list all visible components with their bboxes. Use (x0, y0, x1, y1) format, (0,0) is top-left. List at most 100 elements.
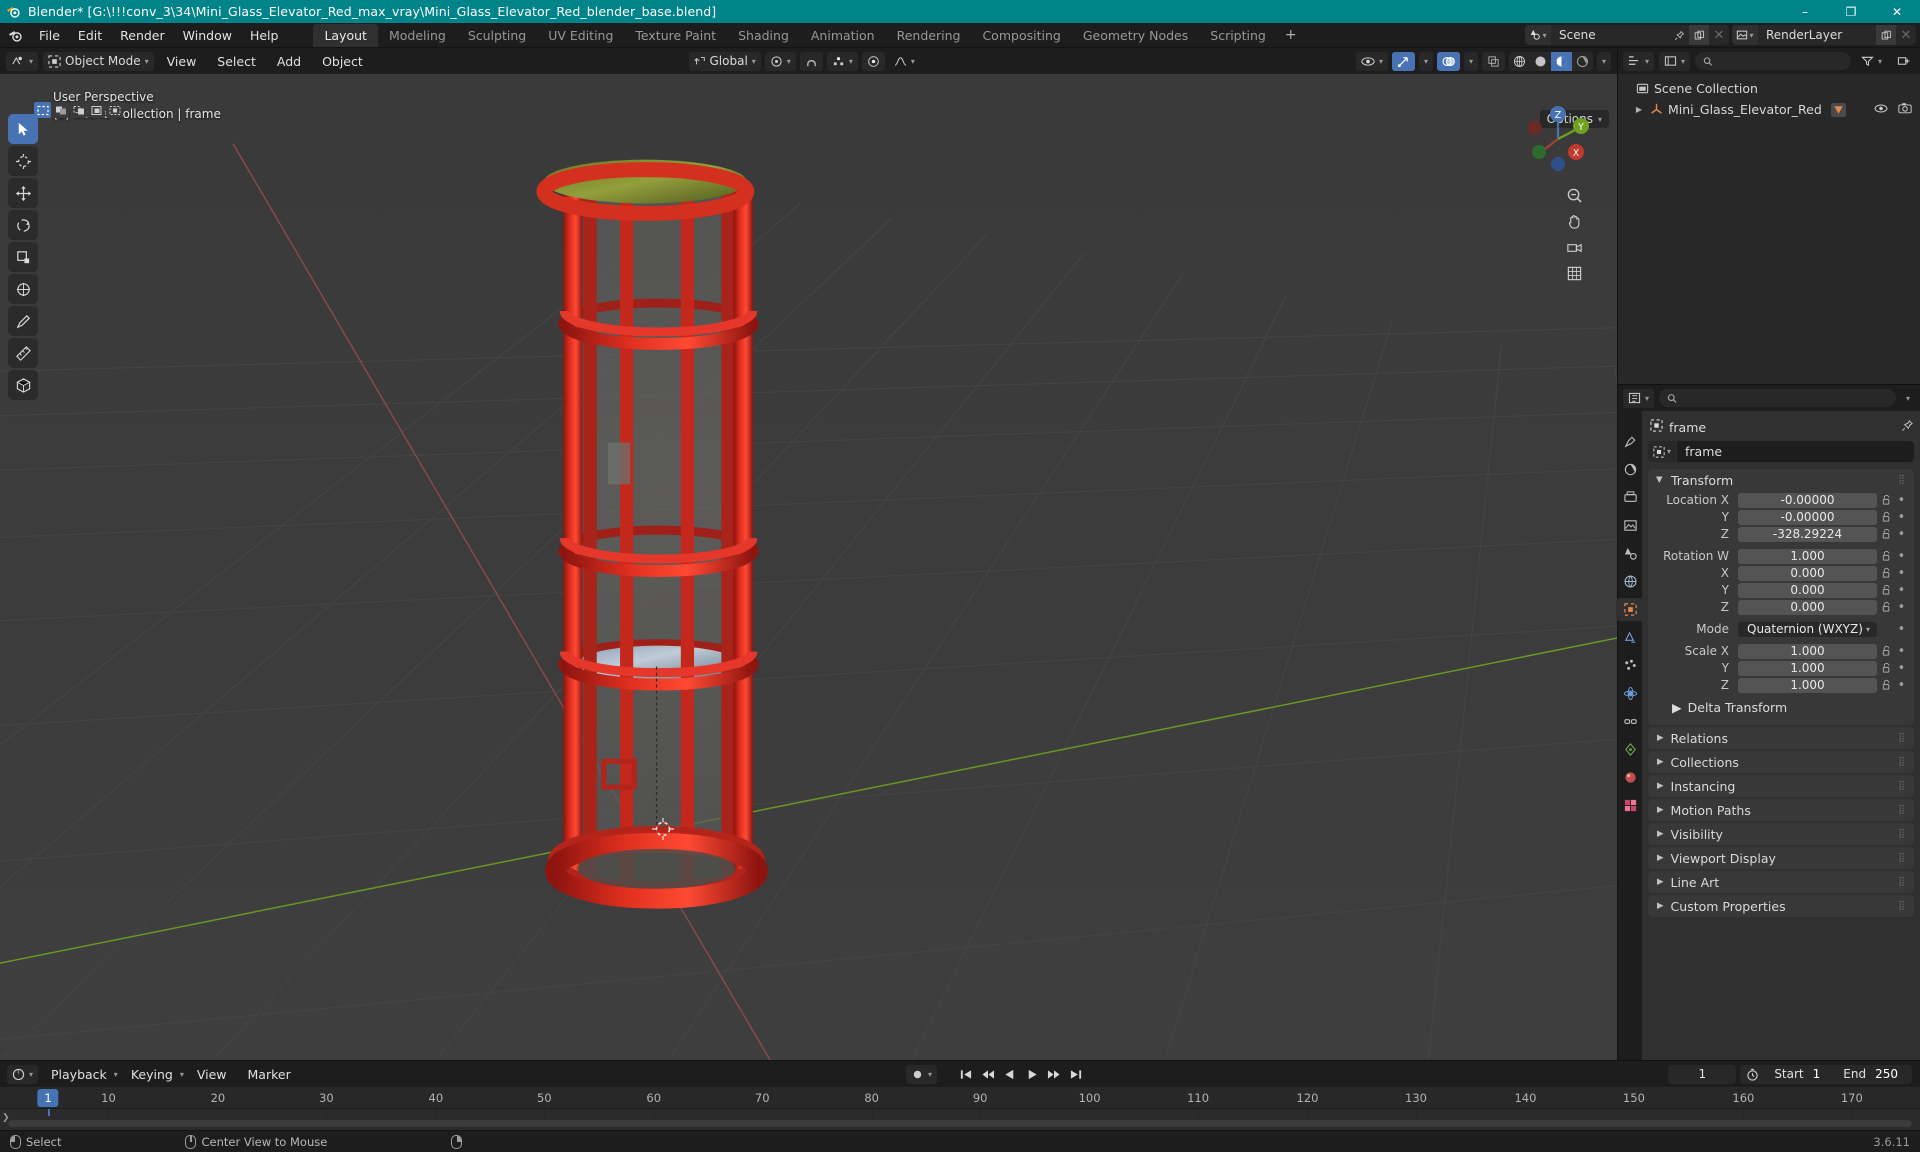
tab-modeling[interactable]: Modeling (378, 24, 457, 47)
auto-keying-toggle[interactable]: ▾ (906, 1064, 938, 1084)
elevator-model[interactable] (0, 74, 1617, 1060)
remove-scene-icon[interactable]: ✕ (1709, 25, 1729, 45)
object-name-value[interactable]: frame (1677, 441, 1914, 462)
select-difference-icon[interactable] (106, 102, 123, 118)
shading-solid[interactable] (1530, 52, 1551, 71)
maximize-button[interactable]: ❐ (1828, 0, 1874, 23)
rotation-z-input[interactable]: 0.000 (1738, 599, 1877, 615)
jump-to-start-button[interactable] (957, 1065, 975, 1084)
timeline-canvas[interactable]: ❯ (0, 1109, 1920, 1130)
menu-file[interactable]: File (30, 25, 69, 46)
tab-object-data[interactable] (1621, 741, 1639, 758)
tool-rotate[interactable] (8, 210, 38, 240)
outliner-display-mode[interactable]: ▾ (1659, 51, 1691, 71)
tool-transform[interactable] (8, 274, 38, 304)
properties-search-input[interactable] (1682, 391, 1888, 405)
viewlayer-selector[interactable]: ▾ RenderLayer ✕ (1732, 25, 1916, 45)
gizmo-toggle[interactable] (1391, 51, 1415, 71)
animate-scale-y-icon[interactable]: • (1895, 661, 1908, 676)
shading-dropdown[interactable]: ▾ (1596, 51, 1611, 71)
3d-viewport[interactable]: User Perspective (1) Scene Collection | … (0, 74, 1617, 1060)
hide-in-viewport-icon[interactable] (1874, 102, 1888, 117)
animate-scale-z-icon[interactable]: • (1895, 678, 1908, 693)
shading-material-preview[interactable] (1550, 51, 1572, 71)
tab-object-properties[interactable] (1616, 598, 1645, 621)
tool-add-cube[interactable] (8, 370, 38, 400)
snap-to-selector[interactable]: ▾ (826, 51, 858, 71)
tool-move[interactable] (8, 178, 38, 208)
tab-particles[interactable] (1621, 657, 1639, 674)
timeline-horizontal-scrollbar[interactable] (8, 1120, 1912, 1127)
menu-help[interactable]: Help (241, 25, 288, 46)
tab-uv-editing[interactable]: UV Editing (537, 24, 624, 47)
play-reverse-button[interactable] (1001, 1065, 1019, 1084)
close-button[interactable]: ✕ (1874, 0, 1920, 23)
pivot-point-selector[interactable]: ▾ (764, 51, 796, 71)
add-workspace-button[interactable]: + (1277, 24, 1305, 46)
shading-wireframe[interactable] (1509, 52, 1530, 71)
animate-location-y-icon[interactable]: • (1895, 510, 1908, 525)
expand-triangle-icon[interactable]: ▶ (1632, 105, 1646, 114)
new-scene-icon[interactable] (1689, 25, 1709, 45)
tab-output[interactable] (1621, 489, 1639, 506)
disable-in-renders-icon[interactable] (1898, 102, 1912, 117)
blender-menu-icon[interactable] (4, 25, 26, 45)
outliner-tree[interactable]: Scene Collection ▶ Mini_Glass_Elevator_R… (1618, 74, 1920, 384)
lock-location-x-icon[interactable] (1877, 494, 1895, 506)
timeline-menu-playback[interactable]: Playback (43, 1065, 115, 1084)
select-subtract-icon[interactable] (88, 102, 105, 118)
select-extend-icon[interactable] (70, 102, 87, 118)
tab-view-layer[interactable] (1621, 517, 1639, 534)
tab-rendering[interactable]: Rendering (886, 24, 972, 47)
select-set-icon[interactable] (52, 102, 69, 118)
overlays-dropdown[interactable]: ▾ (1463, 51, 1478, 71)
panel-collections[interactable]: ▶ Collections ⣿ (1648, 751, 1914, 773)
panel-relations[interactable]: ▶ Relations ⣿ (1648, 727, 1914, 749)
tab-texture[interactable] (1621, 797, 1639, 814)
tab-sculpting[interactable]: Sculpting (457, 24, 537, 47)
panel-visibility[interactable]: ▶ Visibility ⣿ (1648, 823, 1914, 845)
transform-panel-header[interactable]: ▼ Transform ⣿ (1648, 469, 1914, 491)
rotation-x-input[interactable]: 0.000 (1738, 565, 1877, 581)
tool-annotate[interactable] (8, 306, 38, 336)
minimize-button[interactable]: – (1782, 0, 1828, 23)
animate-rotation-mode-icon[interactable]: • (1895, 622, 1908, 637)
tab-geometry-nodes[interactable]: Geometry Nodes (1072, 24, 1199, 47)
viewport-menu-object[interactable]: Object (314, 52, 371, 71)
panel-line-art[interactable]: ▶ Line Art ⣿ (1648, 871, 1914, 893)
properties-search[interactable] (1659, 389, 1896, 407)
animate-scale-x-icon[interactable]: • (1895, 644, 1908, 659)
lock-scale-x-icon[interactable] (1877, 645, 1895, 657)
tool-select-box[interactable] (8, 114, 38, 144)
next-keyframe-button[interactable] (1045, 1065, 1063, 1084)
tab-texture-paint[interactable]: Texture Paint (624, 24, 727, 47)
lock-location-z-icon[interactable] (1877, 528, 1895, 540)
panel-motion-paths[interactable]: ▶ Motion Paths ⣿ (1648, 799, 1914, 821)
jump-to-end-button[interactable] (1067, 1065, 1085, 1084)
animate-rotation-z-icon[interactable]: • (1895, 600, 1908, 615)
scale-x-input[interactable]: 1.000 (1738, 643, 1877, 659)
delta-transform-subpanel[interactable]: ▶ Delta Transform (1668, 697, 1908, 718)
snap-magnet-icon[interactable] (799, 51, 823, 71)
outliner-editor-type[interactable]: ▾ (1623, 51, 1655, 71)
toggle-ortho-icon[interactable] (1565, 264, 1584, 283)
delta-transform-header[interactable]: ▶ Delta Transform (1668, 697, 1908, 718)
lock-scale-z-icon[interactable] (1877, 679, 1895, 691)
panel-custom-properties[interactable]: ▶ Custom Properties ⣿ (1648, 895, 1914, 917)
location-x-input[interactable]: -0.00000 (1738, 492, 1877, 508)
timeline-playhead[interactable] (48, 1109, 50, 1116)
zoom-icon[interactable] (1565, 186, 1584, 205)
pan-hand-icon[interactable] (1565, 212, 1584, 231)
properties-editor-type[interactable]: ▾ (1623, 388, 1655, 408)
tab-shading[interactable]: Shading (727, 24, 800, 47)
outliner-new-collection-icon[interactable] (1892, 52, 1915, 71)
start-frame-value[interactable]: 1 (1813, 1067, 1835, 1081)
timeline-menu-view[interactable]: View (189, 1065, 235, 1084)
overlays-toggle[interactable] (1436, 51, 1460, 71)
lock-rotation-x-icon[interactable] (1877, 567, 1895, 579)
tab-scene[interactable] (1621, 545, 1639, 562)
lock-location-y-icon[interactable] (1877, 511, 1895, 523)
rotation-w-input[interactable]: 1.000 (1738, 548, 1877, 564)
menu-edit[interactable]: Edit (69, 25, 111, 46)
scale-z-input[interactable]: 1.000 (1738, 677, 1877, 693)
